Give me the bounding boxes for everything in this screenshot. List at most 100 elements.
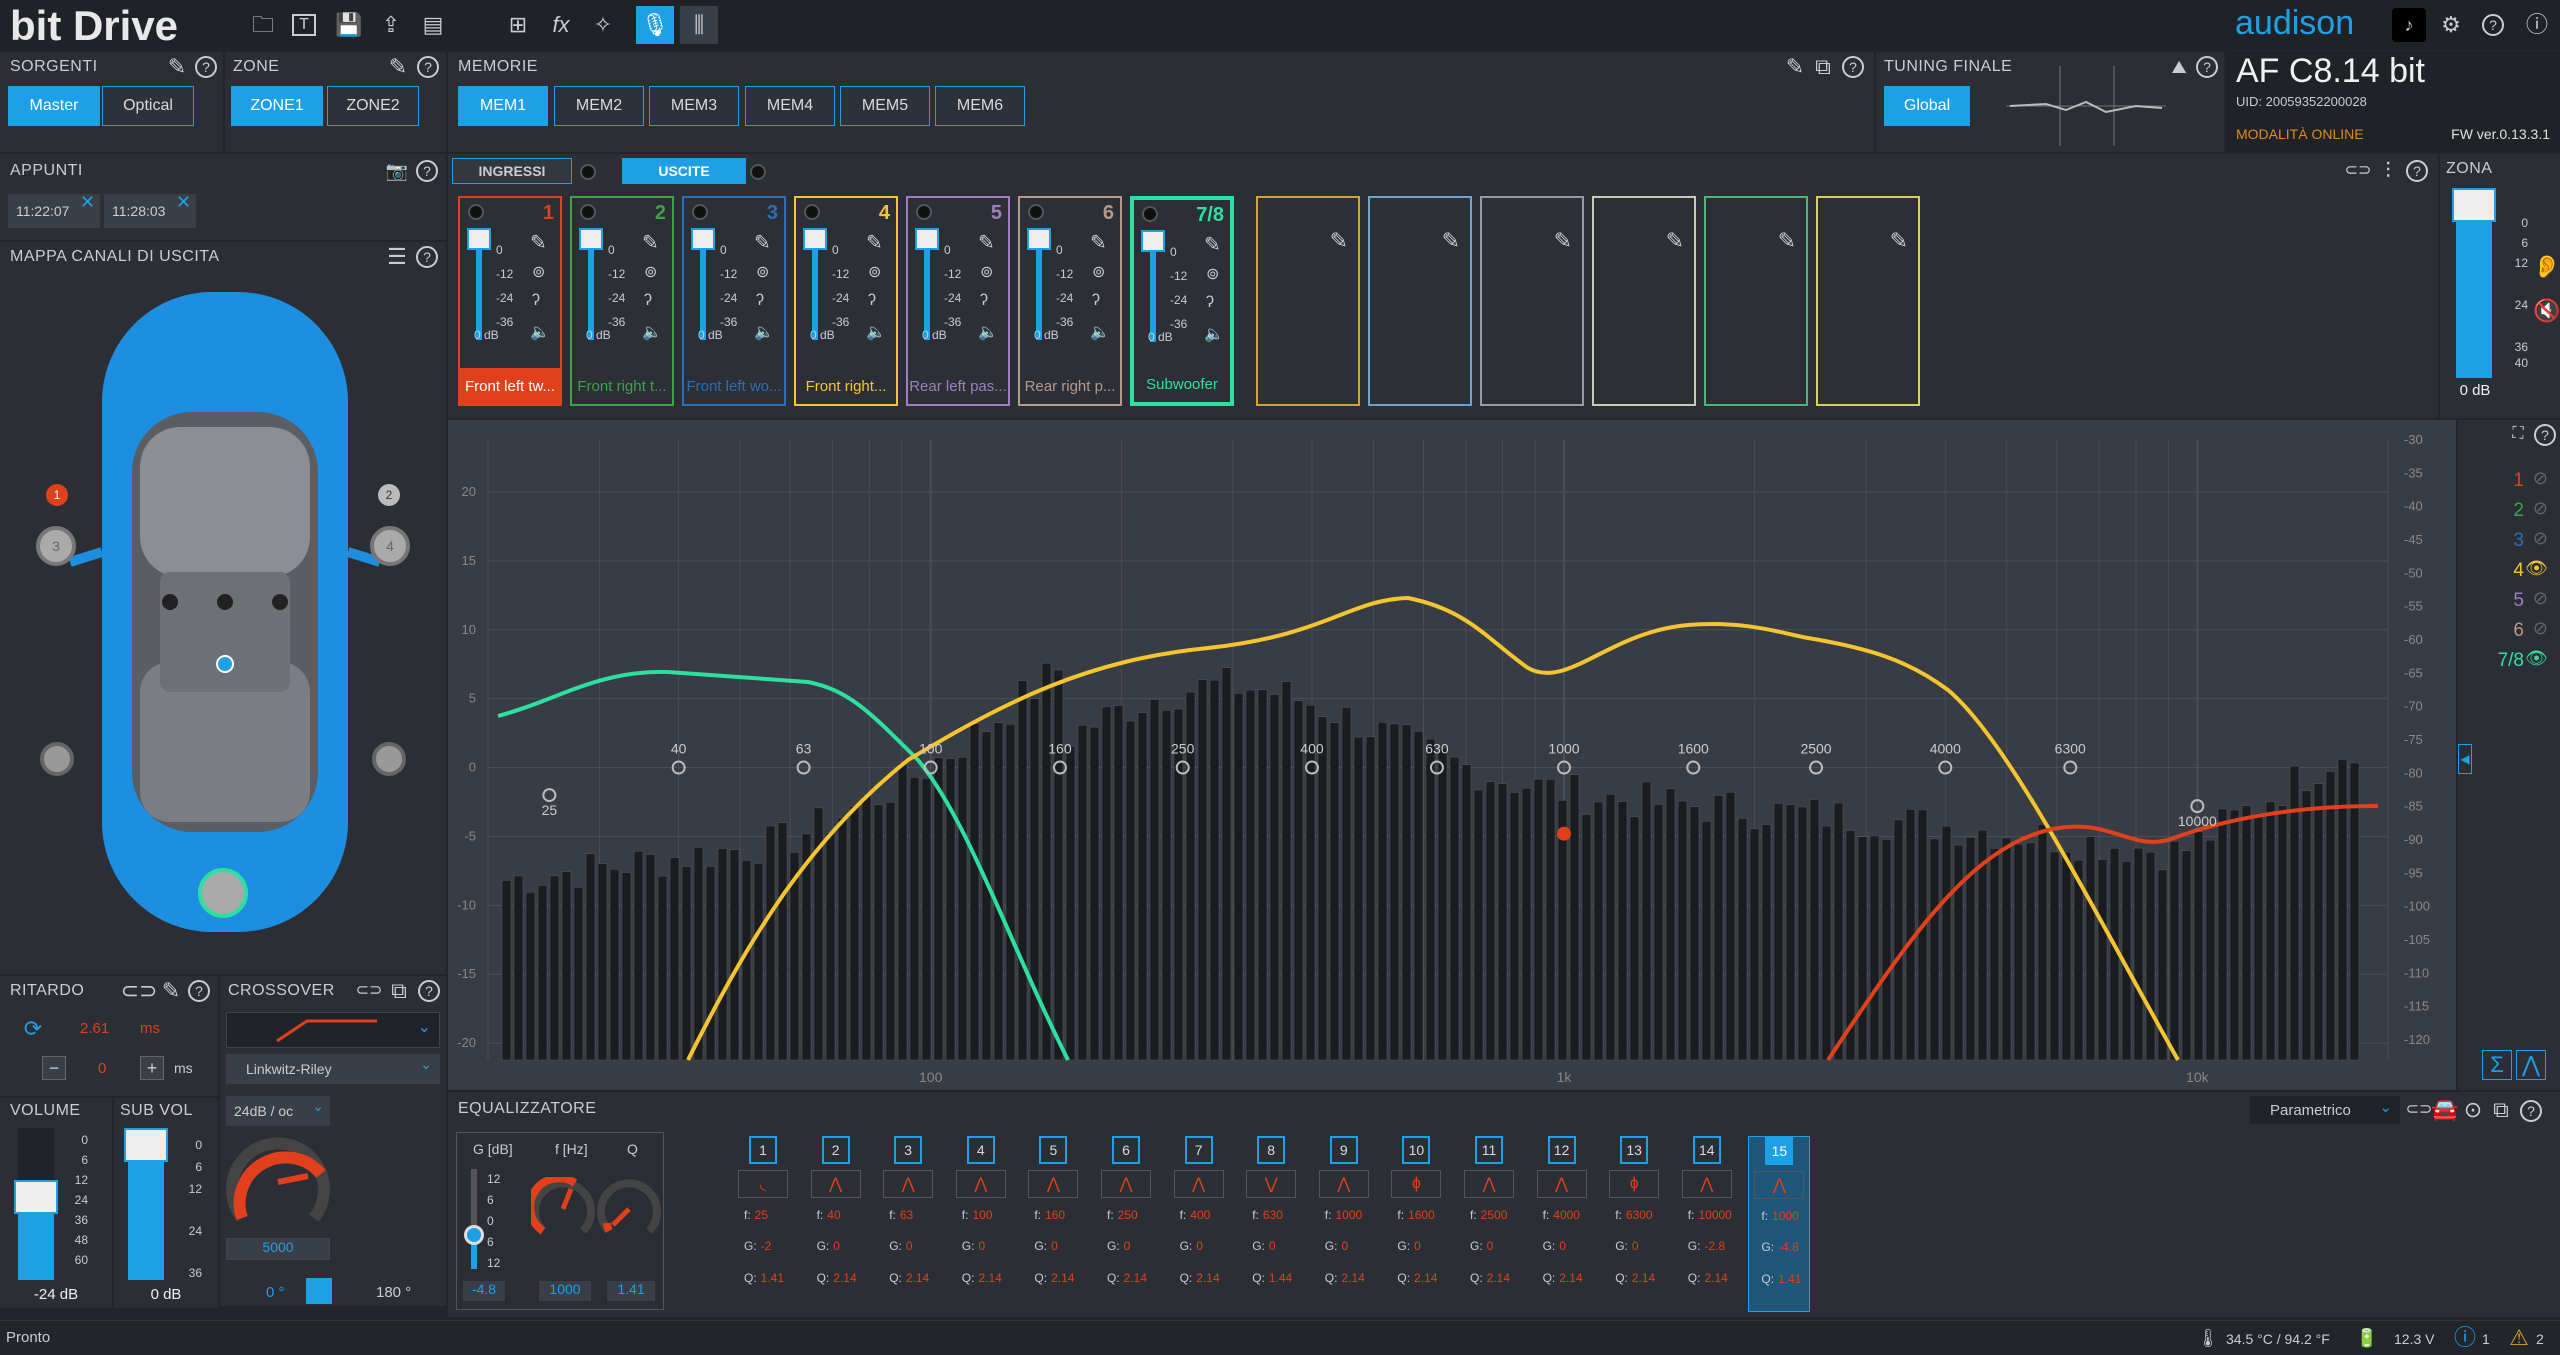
copy-icon[interactable]: ⧉ (1810, 54, 1836, 80)
edit-icon[interactable]: ✎ (530, 230, 547, 255)
help-icon[interactable]: ? (2482, 14, 2504, 36)
eq-band[interactable]: 5 ⋀ f: 160 G: 0 Q: 2.14 (1022, 1136, 1084, 1295)
band-number[interactable]: 11 (1475, 1136, 1503, 1164)
band-number[interactable]: 3 (894, 1136, 923, 1164)
gain-handle[interactable] (464, 1225, 484, 1245)
eq-band[interactable]: 8 ⋁ f: 630 G: 0 Q: 1.44 (1240, 1136, 1302, 1295)
solo-indicator[interactable] (1142, 206, 1158, 222)
curve-icon[interactable]: ⋀ (2516, 1050, 2546, 1080)
band-filter-type[interactable]: ɸ (1391, 1170, 1442, 1198)
eq-band[interactable]: 10 ɸ f: 1600 G: 0 Q: 2.14 (1385, 1136, 1447, 1295)
mem4-button[interactable]: MEM4 (745, 86, 835, 126)
freq-value[interactable]: 1000 (539, 1281, 591, 1301)
ear-icon[interactable]: ʔ (980, 292, 988, 310)
source-master-button[interactable]: Master (8, 86, 100, 126)
waveform-icon[interactable]: ⫼ (680, 6, 718, 44)
eq-band[interactable]: 12 ⋀ f: 4000 G: 0 Q: 2.14 (1531, 1136, 1593, 1295)
gain-handle[interactable] (915, 228, 939, 250)
eye-icon[interactable]: 👁 (2525, 558, 2548, 579)
legend-item[interactable]: 5 ⊘ (2458, 588, 2554, 614)
help-icon[interactable]: ? (2406, 160, 2428, 182)
mem2-button[interactable]: MEM2 (554, 86, 644, 126)
band-filter-type[interactable]: ⋀ (1754, 1171, 1805, 1199)
legend-item[interactable]: 1 ⊘ (2458, 468, 2554, 494)
speaker-badge-2[interactable]: 2 (378, 484, 400, 506)
link-icon[interactable]: ⊂⊃ (356, 978, 383, 1004)
info-icon[interactable]: ⓘ (2522, 10, 2552, 40)
slope-select[interactable]: 24dB / oc ⌄ (226, 1096, 330, 1126)
warning-icon[interactable]: ⚠ (2508, 1327, 2530, 1349)
band-filter-type[interactable]: ⋀ (1681, 1170, 1732, 1198)
gain-slider[interactable] (1141, 230, 1165, 342)
solo-indicator[interactable] (804, 204, 820, 220)
mem1-button[interactable]: MEM1 (458, 86, 548, 126)
subvol-handle[interactable] (124, 1128, 168, 1162)
microphone-icon[interactable]: 🎙 (636, 6, 674, 44)
help-icon[interactable]: ? (2196, 56, 2218, 78)
band-number[interactable]: 14 (1692, 1136, 1721, 1164)
solo-indicator[interactable] (916, 204, 932, 220)
eq-band[interactable]: 3 ⋀ f: 63 G: 0 Q: 2.14 (877, 1136, 939, 1295)
ear-icon[interactable]: 👂 (2533, 254, 2560, 280)
mixer-icon[interactable]: ⫶ (2374, 158, 2402, 184)
help-icon[interactable]: ? (417, 56, 439, 78)
gear-icon[interactable]: ⚙ (2436, 10, 2466, 40)
gain-value[interactable]: -4.8 (463, 1281, 505, 1301)
mute-icon[interactable]: 🔈 (1204, 324, 1224, 344)
speaker-icon[interactable]: ⊚ (1206, 264, 1219, 284)
copy-icon[interactable]: ⧉ (2488, 1098, 2514, 1122)
global-button[interactable]: Global (1884, 86, 1970, 126)
gain-slider[interactable] (915, 228, 939, 340)
gain-slider[interactable] (579, 228, 603, 340)
edit-icon[interactable]: ✎ (1778, 228, 1796, 254)
edit-icon[interactable]: ✎ (642, 230, 659, 255)
volume-slider[interactable] (14, 1128, 58, 1280)
camera-icon[interactable]: 📷 (384, 158, 410, 184)
mute-icon[interactable]: 🔈 (1090, 322, 1110, 342)
channel-strip[interactable]: 4 0 -12 -24 -36 ✎ ⊚ ʔ 🔈 0 dB Front right... (794, 196, 898, 406)
solo-indicator[interactable] (580, 204, 596, 220)
mem6-button[interactable]: MEM6 (935, 86, 1025, 126)
link-icon[interactable]: ⊂⊃ (2344, 158, 2372, 184)
function-icon[interactable]: fx (546, 10, 576, 40)
eye-off-icon[interactable]: ⊘ (2533, 588, 2548, 609)
link-icon[interactable]: ⊂⊃ (2406, 1098, 2433, 1122)
freq-knob[interactable] (531, 1177, 595, 1241)
volume-handle[interactable] (14, 1180, 58, 1214)
gain-handle[interactable] (691, 228, 715, 250)
tab-uscite[interactable]: USCITE (622, 158, 746, 184)
channel-strip[interactable]: 6 0 -12 -24 -36 ✎ ⊚ ʔ 🔈 0 dB Rear right p... (1018, 196, 1122, 406)
help-icon[interactable]: ? (1842, 56, 1864, 78)
help-icon[interactable]: ? (2520, 1100, 2542, 1122)
plus-button[interactable]: + (140, 1056, 164, 1080)
music-icon[interactable]: ♪ (2392, 8, 2426, 42)
eye-off-icon[interactable]: ⊘ (2533, 468, 2548, 489)
crossover-freq-value[interactable]: 5000 (226, 1238, 330, 1260)
filter-family-select[interactable]: Linkwitz-Riley ⌄ (226, 1054, 440, 1084)
help-icon[interactable]: ? (188, 980, 210, 1002)
channel-strip[interactable]: 7/8 0 -12 -24 -36 ✎ ⊚ ʔ 🔈 0 dB Subwoofer (1130, 196, 1234, 406)
band-number[interactable]: 6 (1112, 1136, 1140, 1164)
upload-icon[interactable]: ⇪ (376, 10, 406, 40)
sum-icon[interactable]: Σ (2482, 1050, 2512, 1080)
channel-strip[interactable]: 1 0 -12 -24 -36 ✎ ⊚ ʔ 🔈 0 dB Front left tw... (458, 196, 562, 406)
solo-indicator[interactable] (692, 204, 708, 220)
speaker-rear-left[interactable] (40, 742, 74, 776)
band-filter-type[interactable]: ⋀ (1173, 1170, 1224, 1198)
copy-icon[interactable]: ⧉ (386, 978, 412, 1004)
mute-icon[interactable]: 🔈 (866, 322, 886, 342)
band-filter-type[interactable]: ⋀ (1101, 1170, 1151, 1198)
ear-icon[interactable]: ʔ (868, 292, 876, 310)
mute-icon[interactable]: 🔇 (2533, 298, 2560, 324)
eq-band[interactable]: 9 ⋀ f: 1000 G: 0 Q: 2.14 (1313, 1136, 1375, 1295)
band-filter-type[interactable]: ⋀ (1028, 1170, 1079, 1198)
delay-step[interactable]: 0 (98, 1060, 106, 1077)
speaker-icon[interactable]: ⊚ (756, 262, 769, 282)
help-icon[interactable]: ? (416, 246, 438, 268)
speaker-icon[interactable]: ⊚ (644, 262, 657, 282)
band-number[interactable]: 10 (1402, 1136, 1431, 1164)
speaker-icon[interactable]: ⊚ (868, 262, 881, 282)
empty-strip[interactable]: ✎ (1592, 196, 1696, 406)
channel-name[interactable]: Rear right p... (1020, 368, 1120, 404)
band-number[interactable]: 4 (966, 1136, 995, 1164)
